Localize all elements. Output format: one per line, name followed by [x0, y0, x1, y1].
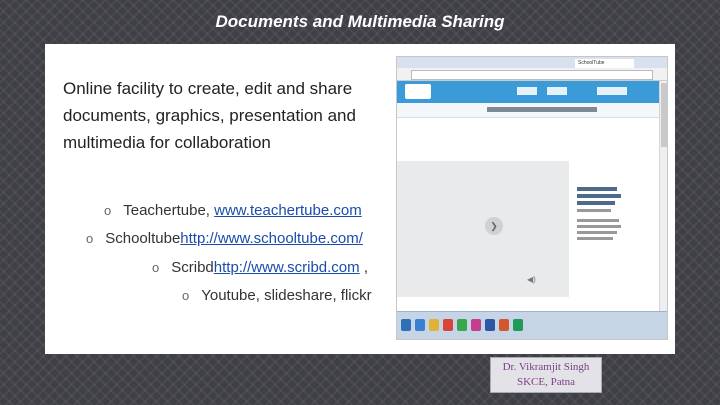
app-icon[interactable] — [443, 319, 453, 331]
bullet-suffix: , — [359, 259, 368, 276]
panel-text — [577, 225, 621, 228]
ie-icon[interactable] — [415, 319, 425, 331]
url-field[interactable] — [411, 70, 653, 80]
windows-taskbar — [397, 311, 667, 339]
play-icon[interactable]: ❯ — [485, 217, 503, 235]
scrollbar-thumb[interactable] — [661, 83, 667, 147]
app-icon[interactable] — [471, 319, 481, 331]
bullet-marker: o — [86, 231, 94, 246]
site-nav-item[interactable] — [597, 87, 627, 95]
site-nav-item[interactable] — [517, 87, 537, 95]
excel-icon[interactable] — [513, 319, 523, 331]
panel-text — [577, 201, 615, 205]
panel-text — [577, 237, 613, 240]
browser-address-bar — [397, 68, 667, 81]
bullet-scribd: o Scribdhttp://www.scribd.com , — [152, 259, 368, 276]
powerpoint-icon[interactable] — [499, 319, 509, 331]
browser-tab-bar: SchoolTube — [397, 57, 667, 68]
scribd-link[interactable]: http://www.scribd.com — [214, 259, 360, 276]
site-logo — [405, 84, 431, 99]
panel-text — [577, 219, 619, 222]
browser-tab[interactable]: SchoolTube — [575, 59, 634, 68]
bullet-label: Youtube, slideshare, flickr — [201, 287, 372, 304]
bullet-marker: o — [182, 288, 190, 303]
panel-text — [577, 209, 611, 212]
bullet-youtube: o Youtube, slideshare, flickr — [182, 287, 372, 304]
video-player[interactable]: ❯ ◀) — [397, 161, 659, 297]
site-tagline-strip — [397, 103, 659, 118]
folder-icon[interactable] — [429, 319, 439, 331]
browser-screenshot: SchoolTube ❯ ◀) — [396, 56, 668, 340]
panel-text — [577, 194, 621, 198]
tagline-text — [487, 107, 597, 112]
schooltube-link[interactable]: http://www.schooltube.com/ — [180, 230, 363, 247]
bullet-marker: o — [152, 260, 160, 275]
slide-title: Documents and Multimedia Sharing — [215, 12, 505, 31]
volume-icon[interactable]: ◀) — [527, 275, 536, 284]
author-affiliation: SKCE, Patna — [516, 376, 576, 388]
author-badge: Dr. Vikramjit Singh SKCE, Patna — [490, 357, 602, 393]
intro-line: documents, graphics, presentation and — [63, 106, 356, 125]
site-nav-item[interactable] — [547, 87, 567, 95]
app-icon[interactable] — [457, 319, 467, 331]
bullet-label: Teachertube, — [123, 202, 215, 219]
panel-text — [577, 187, 617, 191]
bullet-label: Scribd — [171, 259, 214, 276]
bullet-label: Schooltube — [105, 230, 181, 247]
author-name: Dr. Vikramjit Singh — [502, 361, 590, 373]
browser-scrollbar[interactable] — [659, 81, 667, 339]
intro-line: Online facility to create, edit and shar… — [63, 79, 353, 98]
intro-line: multimedia for collaboration — [63, 133, 271, 152]
start-icon[interactable] — [401, 319, 411, 331]
bullet-schooltube: o Schooltubehttp://www.schooltube.com/ — [86, 230, 363, 247]
bullet-marker: o — [104, 203, 112, 218]
video-info-panel — [569, 161, 659, 297]
word-icon[interactable] — [485, 319, 495, 331]
intro-text: Online facility to create, edit and shar… — [63, 75, 393, 156]
panel-text — [577, 231, 617, 234]
site-header — [397, 81, 659, 103]
bullet-teachertube: o Teachertube, www.teachertube.com — [104, 202, 362, 219]
teachertube-link[interactable]: www.teachertube.com — [214, 202, 362, 219]
